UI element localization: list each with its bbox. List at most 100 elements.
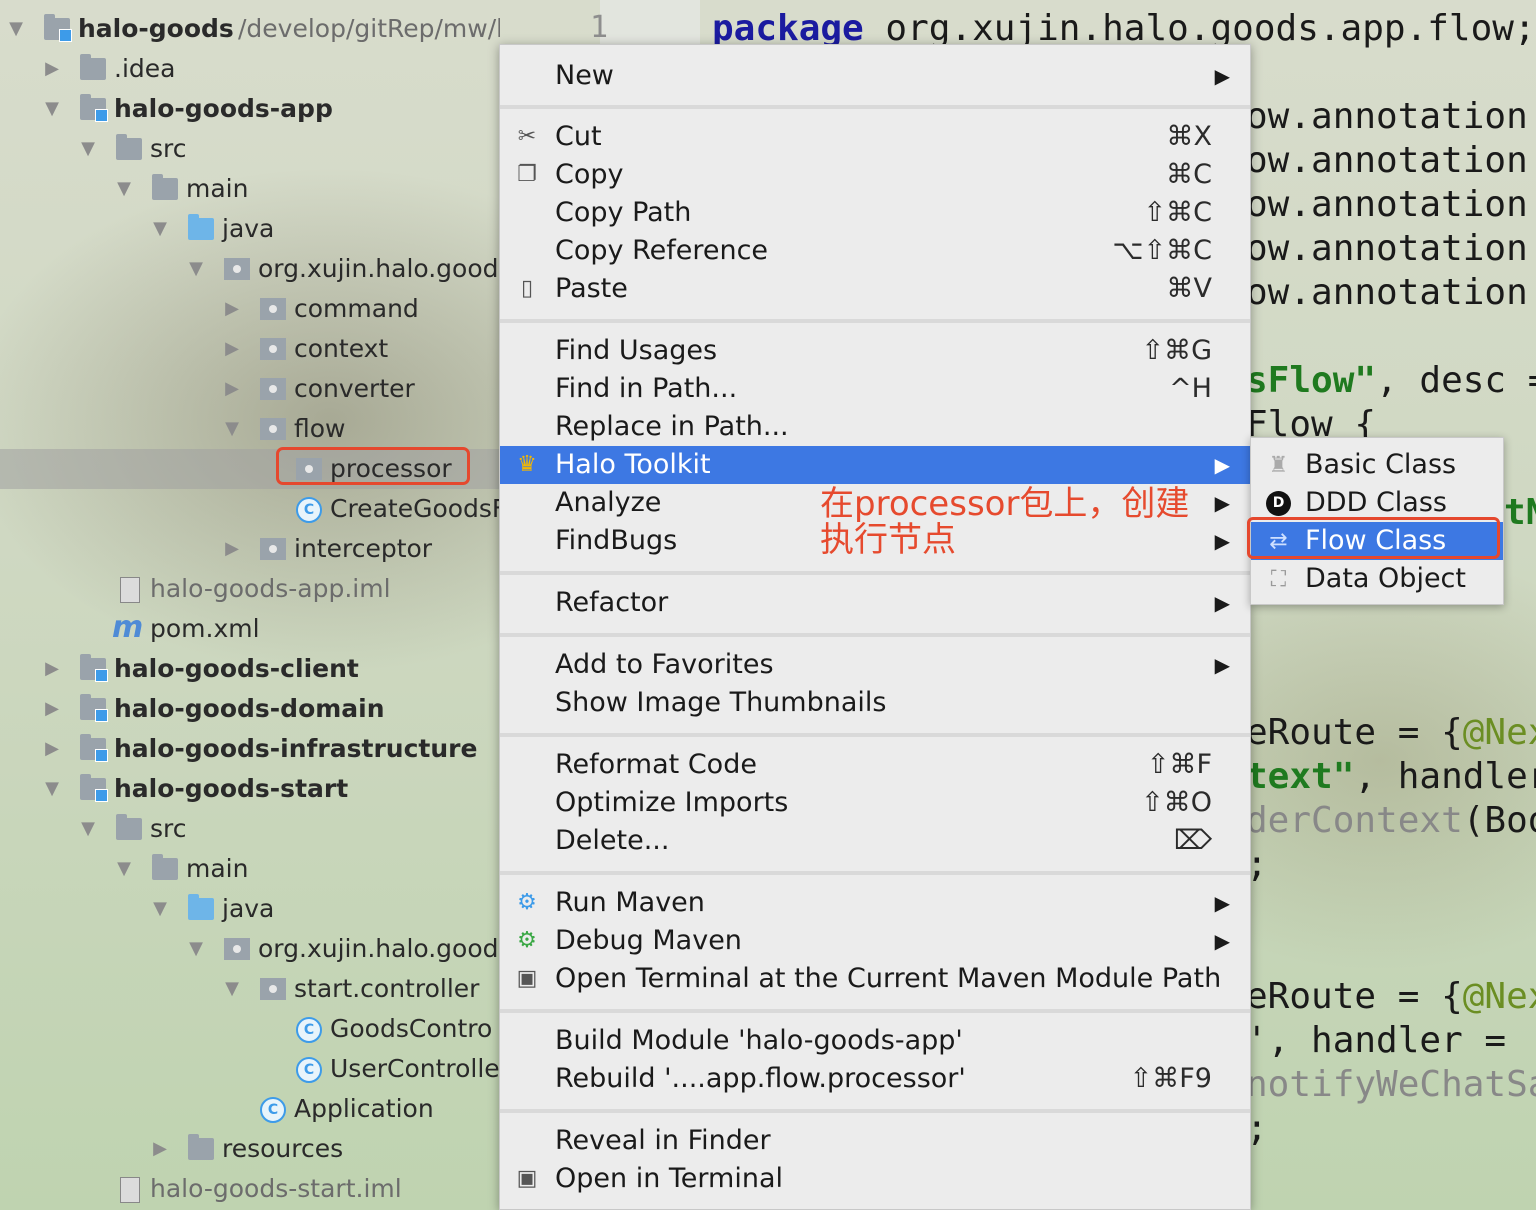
expand-arrow-icon[interactable]: ▼ [6,9,26,49]
menu-item-cut[interactable]: ✂ Cut ⌘X [500,118,1250,156]
tree-item-client[interactable]: ▶ halo-goods-client [0,649,500,689]
expand-arrow-icon[interactable]: ▼ [186,929,206,969]
menu-item-reformat-code[interactable]: Reformat Code ⇧⌘F [500,746,1250,784]
expand-arrow-icon[interactable]: ▼ [222,969,242,1009]
collapse-arrow-icon[interactable]: ▶ [222,289,242,329]
expand-arrow-icon[interactable]: ▼ [114,169,134,209]
expand-arrow-icon[interactable]: ▼ [42,769,62,809]
tree-item-label: UserControlle [330,1054,500,1083]
collapse-arrow-icon[interactable]: ▶ [42,689,62,729]
collapse-arrow-icon[interactable]: ▶ [42,49,62,89]
code-line: ow.annotation. [1246,96,1536,137]
tree-item-interceptor[interactable]: ▶ interceptor [0,529,500,569]
tree-root[interactable]: ▼ halo-goods /develop/gitRep/mw/halo-g [0,9,500,49]
submenu-arrow-icon: ▶ [1214,453,1230,477]
collapse-arrow-icon[interactable]: ▶ [42,729,62,769]
menu-item-label: Halo Toolkit [555,449,711,480]
tree-item-package-2[interactable]: ▼ org.xujin.halo.goods [0,929,500,969]
tree-item-label: halo-goods-app.iml [150,574,391,603]
menu-item-show-thumbnails[interactable]: Show Image Thumbnails [500,684,1250,722]
tree-item-app-iml[interactable]: halo-goods-app.iml [0,569,500,609]
tree-item-label: flow [294,414,346,443]
menu-item-run-maven[interactable]: ⚙ Run Maven ▶ [500,884,1250,922]
collapse-arrow-icon[interactable]: ▶ [150,1129,170,1169]
menu-item-build-module[interactable]: Build Module 'halo-goods-app' [500,1022,1250,1060]
expand-arrow-icon[interactable]: ▼ [114,849,134,889]
tree-item-src[interactable]: ▼ src [0,129,500,169]
menu-item-open-in-terminal[interactable]: ▣ Open in Terminal [500,1160,1250,1198]
tree-item-resources[interactable]: ▶ resources [0,1129,500,1169]
menu-item-copy-path[interactable]: Copy Path ⇧⌘C [500,194,1250,232]
tree-item-idea[interactable]: ▶ .idea [0,49,500,89]
expand-arrow-icon[interactable]: ▼ [222,409,242,449]
tree-item-application[interactable]: C Application [0,1089,500,1129]
folder-icon [116,134,142,160]
processor-highlight-box [276,447,470,485]
tree-item-start-iml[interactable]: halo-goods-start.iml [0,1169,500,1209]
expand-arrow-icon[interactable]: ▼ [150,889,170,929]
tree-item-src-2[interactable]: ▼ src [0,809,500,849]
menu-item-delete[interactable]: Delete... ⌦ [500,822,1250,860]
tree-item-flow[interactable]: ▼ flow [0,409,500,449]
tree-item-context[interactable]: ▶ context [0,329,500,369]
menu-item-refactor[interactable]: Refactor ▶ [500,584,1250,622]
tree-item-createGoods[interactable]: C CreateGoodsF [0,489,500,529]
tree-item-start-controller[interactable]: ▼ start.controller [0,969,500,1009]
menu-item-halo-toolkit[interactable]: ♛ Halo Toolkit ▶ [500,446,1250,484]
tree-item-converter[interactable]: ▶ converter [0,369,500,409]
expand-arrow-icon[interactable]: ▼ [78,129,98,169]
tree-item-main-2[interactable]: ▼ main [0,849,500,889]
menu-item-open-terminal-maven[interactable]: ▣ Open Terminal at the Current Maven Mod… [500,960,1250,998]
menu-item-find-in-path[interactable]: Find in Path... ^H [500,370,1250,408]
code-line: eRoute = {@Nex [1246,712,1536,753]
tree-item-infrastructure[interactable]: ▶ halo-goods-infrastructure [0,729,500,769]
code-line: package org.xujin.halo.goods.app.flow; [712,8,1536,49]
package-icon [260,378,286,400]
terminal-icon: ▣ [516,966,538,991]
submenu-item-data-object[interactable]: ⛶ Data Object [1251,560,1503,598]
collapse-arrow-icon[interactable]: ▶ [222,329,242,369]
tree-item-halo-goods-app[interactable]: ▼ halo-goods-app [0,89,500,129]
tree-item-package[interactable]: ▼ org.xujin.halo.goods [0,249,500,289]
submenu-item-basic-class[interactable]: ♜ Basic Class [1251,446,1503,484]
menu-item-replace-in-path[interactable]: Replace in Path... [500,408,1250,446]
menu-item-debug-maven[interactable]: ⚙ Debug Maven ▶ [500,922,1250,960]
tree-item-label: converter [294,374,415,403]
menu-item-reveal-in-finder[interactable]: Reveal in Finder [500,1122,1250,1160]
module-folder-icon [80,94,108,122]
menu-item-paste[interactable]: ▯ Paste ⌘V [500,270,1250,308]
expand-arrow-icon[interactable]: ▼ [78,809,98,849]
menu-item-copy-reference[interactable]: Copy Reference ⌥⇧⌘C [500,232,1250,270]
package-icon [260,298,286,320]
collapse-arrow-icon[interactable]: ▶ [222,369,242,409]
menu-item-add-to-favorites[interactable]: Add to Favorites ▶ [500,646,1250,684]
menu-item-rebuild[interactable]: Rebuild '....app.flow.processor' ⇧⌘F9 [500,1060,1250,1098]
collapse-arrow-icon[interactable]: ▶ [42,649,62,689]
source-folder-icon [188,214,214,240]
expand-arrow-icon[interactable]: ▼ [150,209,170,249]
tree-item-main[interactable]: ▼ main [0,169,500,209]
context-menu[interactable]: New ▶ ✂ Cut ⌘X ❐ Copy ⌘C Copy Path ⇧⌘C C… [499,44,1251,1210]
tree-item-label: main [186,174,249,203]
menu-item-copy[interactable]: ❐ Copy ⌘C [500,156,1250,194]
menu-item-optimize-imports[interactable]: Optimize Imports ⇧⌘O [500,784,1250,822]
iml-file-icon [120,577,140,603]
expand-arrow-icon[interactable]: ▼ [42,89,62,129]
menu-item-new[interactable]: New ▶ [500,57,1250,95]
menu-item-find-usages[interactable]: Find Usages ⇧⌘G [500,332,1250,370]
collapse-arrow-icon[interactable]: ▶ [222,529,242,569]
tree-item-command[interactable]: ▶ command [0,289,500,329]
tree-item-label: java [222,894,275,923]
menu-item-label: Reveal in Finder [555,1125,771,1156]
tree-item-user-controller[interactable]: C UserControlle [0,1049,500,1089]
tree-item-pom[interactable]: m pom.xml [0,609,500,649]
project-tree[interactable]: ▼ halo-goods /develop/gitRep/mw/halo-g ▶… [0,0,500,1210]
tree-item-start[interactable]: ▼ halo-goods-start [0,769,500,809]
expand-arrow-icon[interactable]: ▼ [186,249,206,289]
tree-item-java-2[interactable]: ▼ java [0,889,500,929]
tree-item-domain[interactable]: ▶ halo-goods-domain [0,689,500,729]
data-object-icon: ⛶ [1270,567,1287,592]
tree-item-java[interactable]: ▼ java [0,209,500,249]
tree-item-goods-controller[interactable]: C GoodsContro [0,1009,500,1049]
tree-item-label: java [222,214,275,243]
